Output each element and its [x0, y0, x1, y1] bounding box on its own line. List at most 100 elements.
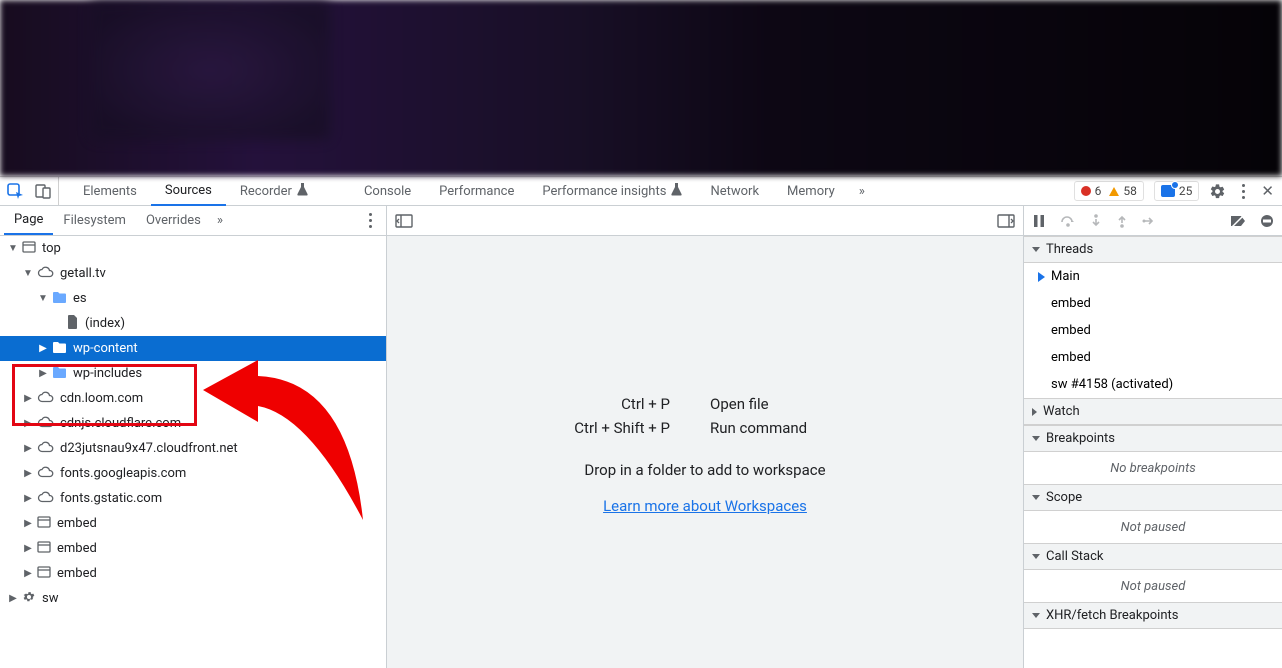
tree-item-label: embed [57, 541, 97, 556]
chevron-right-icon[interactable]: ▶ [23, 443, 33, 454]
close-devtools-icon[interactable]: ✕ [1261, 182, 1274, 200]
threads-title: Threads [1046, 242, 1093, 257]
sub-tab-overrides[interactable]: Overrides [136, 206, 211, 235]
tree-item-es[interactable]: ▼es [0, 286, 386, 311]
tree-item-embed[interactable]: ▶ embed [0, 536, 386, 561]
chevron-right-icon[interactable]: ▶ [23, 393, 33, 404]
sub-tab-page[interactable]: Page [4, 206, 53, 235]
frame-icon [22, 241, 36, 257]
debugger-panel: Threads Mainembedembedembedsw #4158 (act… [1024, 206, 1282, 668]
tree-item-label: embed [57, 516, 97, 531]
chevron-down-icon[interactable]: ▼ [38, 293, 48, 304]
breakpoints-section-header[interactable]: Breakpoints [1024, 425, 1282, 452]
cloud-icon [37, 416, 54, 432]
toggle-debugger-icon[interactable] [997, 214, 1015, 228]
step-out-icon[interactable] [1116, 214, 1128, 228]
tree-item-fonts-googleapis-com[interactable]: ▶fonts.googleapis.com [0, 461, 386, 486]
thread-label: embed [1051, 350, 1091, 365]
chevron-right-icon[interactable]: ▶ [38, 343, 48, 354]
deactivate-breakpoints-icon[interactable] [1230, 214, 1246, 228]
page-card-blur [90, 0, 330, 140]
errors-count: 6 [1095, 184, 1102, 198]
tree-item-cdn-loom-com[interactable]: ▶cdn.loom.com [0, 386, 386, 411]
step-into-icon[interactable] [1090, 214, 1102, 228]
sub-tab-filesystem[interactable]: Filesystem [53, 206, 136, 235]
warning-triangle-icon [1109, 187, 1119, 196]
folder-icon [52, 291, 67, 307]
scope-section-header[interactable]: Scope [1024, 484, 1282, 511]
folder-icon [52, 366, 67, 382]
tree-item-d23jutsnau9x47-cloudfront-net[interactable]: ▶d23jutsnau9x47.cloudfront.net [0, 436, 386, 461]
breakpoints-empty: No breakpoints [1024, 452, 1282, 484]
tab-network[interactable]: Network [696, 177, 773, 205]
thread-item[interactable]: embed [1024, 290, 1282, 317]
tree-item-embed[interactable]: ▶ embed [0, 511, 386, 536]
pause-icon[interactable] [1032, 214, 1046, 228]
tab-console[interactable]: Console [350, 177, 425, 205]
tree-item-embed[interactable]: ▶embed [0, 561, 386, 586]
chevron-right-icon[interactable]: ▶ [23, 418, 33, 429]
tree-item-getall-tv[interactable]: ▼ getall.tv [0, 261, 386, 286]
chevron-right-icon[interactable]: ▶ [23, 518, 33, 529]
settings-icon[interactable] [1209, 183, 1226, 200]
tree-item--index-[interactable]: (index) [0, 311, 386, 336]
chevron-right-icon[interactable]: ▶ [8, 593, 18, 604]
shortcut-keys: Ctrl + P [560, 395, 670, 413]
tree-item-cdnjs-cloudflare-com[interactable]: ▶ cdnjs.cloudflare.com [0, 411, 386, 436]
more-options-icon[interactable] [1242, 190, 1245, 193]
threads-section-header[interactable]: Threads [1024, 236, 1282, 263]
device-toolbar-icon[interactable] [34, 182, 52, 200]
tree-item-wp-content[interactable]: ▶ wp-content [0, 336, 386, 361]
tree-item-label: wp-content [73, 341, 138, 356]
tree-item-label: getall.tv [60, 266, 106, 281]
breakpoints-title: Breakpoints [1046, 431, 1115, 446]
shortcut-row: Ctrl + P Open file [560, 395, 850, 413]
chevron-down-icon[interactable]: ▼ [8, 243, 18, 254]
file-tree[interactable]: ▼top▼getall.tv▼es(index)▶wp-content▶wp-i… [0, 236, 386, 668]
tab-performance-insights[interactable]: Performance insights [528, 177, 696, 205]
tree-item-top[interactable]: ▼top [0, 236, 386, 261]
step-over-icon[interactable] [1060, 214, 1076, 228]
tab-memory[interactable]: Memory [773, 177, 849, 205]
console-messages-pill[interactable]: 25 [1154, 181, 1200, 201]
experiment-flask-icon [297, 183, 308, 200]
shortcut-action: Open file [710, 395, 850, 413]
thread-item[interactable]: embed [1024, 344, 1282, 371]
console-errors-warnings-pill[interactable]: 6 58 [1074, 181, 1144, 201]
tab-recorder[interactable]: Recorder [226, 177, 322, 205]
tree-item-sw[interactable]: ▶sw [0, 586, 386, 611]
tree-item-fonts-gstatic-com[interactable]: ▶fonts.gstatic.com [0, 486, 386, 511]
callstack-section-header[interactable]: Call Stack [1024, 543, 1282, 570]
gear-icon [22, 590, 36, 608]
tree-item-label: cdnjs.cloudflare.com [60, 416, 181, 431]
more-sub-tabs-icon[interactable]: » [217, 213, 223, 228]
learn-workspaces-link[interactable]: Learn more about Workspaces [603, 497, 807, 515]
chevron-right-icon[interactable]: ▶ [23, 568, 33, 579]
frame-icon [37, 566, 51, 582]
toggle-navigator-icon[interactable] [395, 214, 413, 228]
tab-performance[interactable]: Performance [425, 177, 528, 205]
step-icon[interactable] [1142, 214, 1156, 228]
shortcut-keys: Ctrl + Shift + P [560, 419, 670, 437]
editor-drop-area[interactable]: Ctrl + POpen fileCtrl + Shift + PRun com… [387, 236, 1023, 668]
chevron-right-icon[interactable]: ▶ [38, 368, 48, 379]
chevron-down-icon[interactable]: ▼ [23, 268, 33, 279]
thread-item[interactable]: embed [1024, 317, 1282, 344]
tab-sources[interactable]: Sources [151, 178, 226, 206]
devtools-tabs: ElementsSourcesRecorderConsolePerformanc… [59, 177, 849, 205]
more-tabs-icon[interactable]: » [849, 184, 875, 199]
tree-item-wp-includes[interactable]: ▶wp-includes [0, 361, 386, 386]
chevron-right-icon[interactable]: ▶ [23, 468, 33, 479]
xhr-section-header[interactable]: XHR/fetch Breakpoints [1024, 602, 1282, 629]
cloud-icon [37, 391, 54, 407]
thread-item[interactable]: Main [1024, 263, 1282, 290]
chevron-right-icon[interactable]: ▶ [23, 493, 33, 504]
navigator-more-icon[interactable] [369, 219, 372, 222]
thread-item[interactable]: sw #4158 (activated) [1024, 371, 1282, 398]
watch-section-header[interactable]: Watch [1024, 398, 1282, 425]
inspect-element-icon[interactable] [6, 182, 24, 200]
chevron-right-icon[interactable]: ▶ [23, 543, 33, 554]
pause-on-exceptions-icon[interactable] [1260, 214, 1274, 228]
tab-elements[interactable]: Elements [69, 177, 151, 205]
cloud-icon [37, 441, 54, 457]
